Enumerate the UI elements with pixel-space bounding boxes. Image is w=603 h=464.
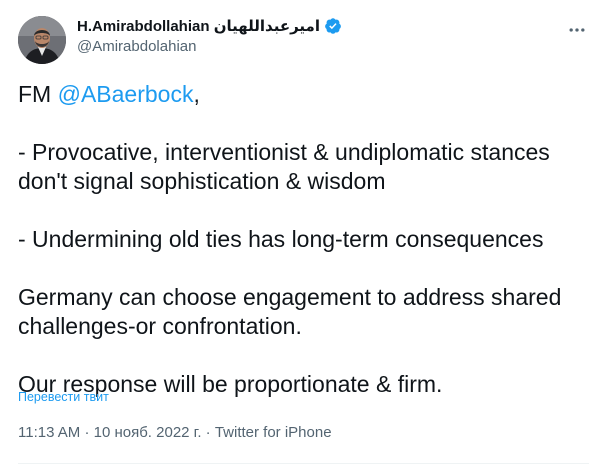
tweet-text: FM @ABaerbock, - Provocative, interventi… [18, 80, 588, 399]
tweet-paragraph-4-line-2: challenges-or confrontation. [18, 313, 302, 339]
tweet-line-greeting: FM @ABaerbock, [18, 80, 588, 109]
tweet-card: H.Amirabdollahian امیرعبداللهیان @Amirab… [0, 0, 603, 464]
avatar[interactable] [18, 16, 66, 64]
greeting-suffix: , [193, 81, 200, 107]
tweet-source[interactable]: Twitter for iPhone [215, 424, 332, 441]
profile-photo [18, 16, 66, 64]
verified-badge-icon [324, 17, 342, 35]
tweet-metadata: 11:13 AM · 10 нояб. 2022 г. · Twitter fo… [18, 424, 332, 441]
tweet-paragraph-2-line-1: - Provocative, interventionist & undiplo… [18, 139, 550, 165]
more-options-button[interactable] [565, 18, 589, 42]
author-display-name[interactable]: H.Amirabdollahian امیرعبداللهیان [77, 17, 320, 35]
tweet-paragraph-2-line-2: don't signal sophistication & wisdom [18, 168, 386, 194]
tweet-paragraph-4-line-1: Germany can choose engagement to address… [18, 284, 562, 310]
tweet-paragraph-3: - Undermining old ties has long-term con… [18, 226, 544, 252]
tweet-date[interactable]: 10 нояб. 2022 г. [94, 424, 202, 441]
translate-tweet-link[interactable]: Перевести твит [18, 390, 109, 404]
greeting-prefix: FM [18, 81, 58, 107]
author-name-row[interactable]: H.Amirabdollahian امیرعبداللهیان [77, 17, 342, 35]
more-horizontal-icon [569, 28, 585, 32]
mention-link[interactable]: @ABaerbock [58, 81, 194, 107]
tweet-time[interactable]: 11:13 AM [18, 424, 80, 441]
meta-separator-2: · [205, 424, 215, 441]
meta-separator: · [84, 424, 94, 441]
author-handle[interactable]: @Amirabdolahian [77, 38, 196, 55]
